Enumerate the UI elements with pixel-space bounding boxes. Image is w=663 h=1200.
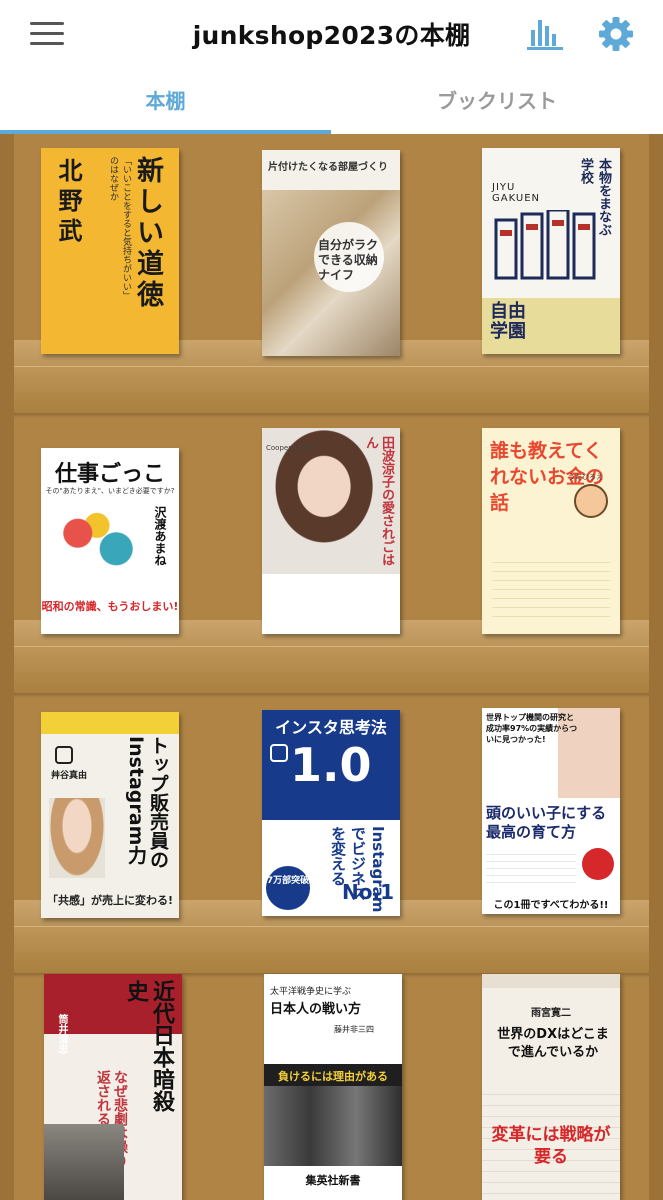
book-author: 北野武 bbox=[54, 158, 82, 248]
book-title: インスタ思考法 bbox=[275, 718, 387, 737]
author-photo bbox=[49, 798, 105, 878]
book-cover-image bbox=[49, 502, 145, 580]
book-cover[interactable]: 艸谷真由 トップ販売員のInstagram力 「共感」が売上に変わる! bbox=[41, 712, 179, 918]
book-cover[interactable]: 新しい道徳 北野武 「いいことをすると気持ちがいい」のはなぜか bbox=[41, 148, 179, 354]
book-top-text: 片付けたくなる部屋づくり bbox=[268, 162, 388, 173]
book-bottom-text: この1冊ですべてわかる!! bbox=[493, 900, 609, 911]
bar-chart-icon[interactable] bbox=[526, 14, 564, 52]
bookshelf: 新しい道徳 北野武 「いいことをすると気持ちがいい」のはなぜか 片付けたくなる部… bbox=[0, 134, 663, 1200]
book-band-text: 変革には戦略が要る bbox=[491, 1125, 611, 1167]
book-cover[interactable]: インスタ思考法 1.0 Instagramでビジネスを変える 7万部突破 No.… bbox=[262, 710, 400, 916]
building-illustration-icon bbox=[494, 210, 596, 280]
book-author: 筒井清忠 bbox=[56, 1014, 67, 1054]
tab-bar: 本棚 ブックリスト bbox=[0, 68, 663, 134]
book-title: トップ販売員のInstagram力 bbox=[125, 736, 169, 869]
book-subtitle: 「いいことをすると気持ちがいい」のはなぜか bbox=[108, 156, 131, 300]
book-cover[interactable]: 雨宮寛二 世界のDXはどこまで進んでいるか 変革には戦略が要る bbox=[482, 974, 620, 1200]
book-author: 雨宮寛二 bbox=[531, 1008, 571, 1019]
instagram-icon bbox=[270, 744, 288, 762]
book-bottom-text: 「共感」が売上に変わる! bbox=[46, 894, 174, 907]
book-title: 世界のDXはどこまで進んでいるか bbox=[497, 1027, 609, 1060]
book-cover-image bbox=[44, 1124, 124, 1200]
book-title: 仕事ごっこ bbox=[54, 462, 165, 487]
book-subtitle: その"あたりまえ"、いまどき必要ですか? bbox=[45, 487, 175, 495]
book-big-number: 1.0 bbox=[290, 738, 372, 792]
book-author: 沢渡あまね bbox=[153, 506, 167, 566]
book-cover-image bbox=[264, 1086, 402, 1166]
book-cover[interactable]: 近代日本暗殺史 筒井清忠 なぜ悲劇は繰り返されるのか bbox=[44, 974, 182, 1200]
book-cover[interactable]: 片付けたくなる部屋づくり 自分がラクできる収納ナイフ bbox=[262, 150, 400, 356]
book-author: 艸谷真由 bbox=[51, 771, 88, 781]
book-cover[interactable]: 仕事ごっこ その"あたりまえ"、いまどき必要ですか? 沢渡あまね 昭和の常識、も… bbox=[41, 448, 179, 634]
book-publisher: 集英社新書 bbox=[305, 1174, 361, 1187]
badge-icon bbox=[582, 848, 614, 880]
character-illustration-icon bbox=[574, 484, 608, 518]
book-bottom-text: 昭和の常識、もうおしまい! bbox=[41, 600, 179, 613]
tab-booklist[interactable]: ブックリスト bbox=[331, 68, 663, 134]
book-title: 新しい道徳 bbox=[132, 156, 163, 311]
book-bottom-text: No.1 bbox=[342, 880, 394, 904]
book-band-text: 負けるには理由がある bbox=[278, 1070, 388, 1083]
book-subtitle: JIYU GAKUEN bbox=[492, 182, 540, 204]
book-subtitle: Cooper's Table bbox=[266, 444, 317, 452]
book-cover[interactable]: 太平洋戦争史に学ぶ 日本人の戦い方 藤井非三四 負けるには理由がある 集英社新書 bbox=[264, 974, 402, 1200]
book-cover[interactable]: 世界トップ機関の研究と成功率97%の実績からついに見つかった! 頭のいい子にする… bbox=[482, 708, 620, 914]
tab-bookshelf[interactable]: 本棚 bbox=[0, 68, 331, 134]
book-title: 自分がラクできる収納ナイフ bbox=[318, 238, 379, 282]
book-top-text: 世界トップ機関の研究と成功率97%の実績からついに見つかった! bbox=[486, 713, 578, 744]
sales-badge: 7万部突破 bbox=[266, 866, 310, 910]
book-bottom-title: 自由学園 bbox=[490, 301, 526, 342]
book-cover[interactable]: Cooper's Table 田波涼子の愛されごはん bbox=[262, 428, 400, 634]
instagram-icon bbox=[55, 746, 73, 764]
app-header: junkshop2023の本棚 bbox=[0, 0, 663, 68]
book-top-text: 太平洋戦争史に学ぶ bbox=[270, 987, 352, 997]
book-title: 日本人の戦い方 bbox=[270, 1002, 362, 1017]
gear-icon[interactable] bbox=[596, 14, 636, 54]
book-cover[interactable]: 誰も教えてくれないお金の話 うだひろえ bbox=[482, 428, 620, 634]
book-title: 頭のいい子にする最高の育て方 bbox=[486, 804, 607, 841]
book-author: うだひろえ bbox=[568, 473, 603, 481]
book-cover[interactable]: 本物をまなぶ学校 JIYU GAKUEN 自由学園 bbox=[482, 148, 620, 354]
book-title: 田波涼子の愛されごはん bbox=[363, 436, 394, 566]
book-author: 藤井非三四 bbox=[334, 1025, 374, 1034]
book-title: 近代日本暗殺史 bbox=[123, 980, 174, 1112]
